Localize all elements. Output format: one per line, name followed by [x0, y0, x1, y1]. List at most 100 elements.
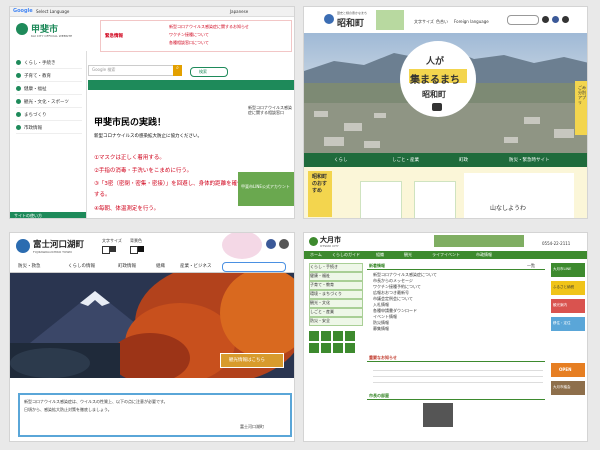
font-size-small-button[interactable] — [102, 246, 110, 254]
translate-label[interactable]: Select Language — [36, 9, 69, 14]
migration-banner[interactable]: 移住・定住 — [551, 317, 585, 331]
news-item[interactable]: イベント情報 — [373, 314, 397, 319]
nav-organization[interactable]: 組織 — [156, 263, 165, 269]
city-emblem-icon — [16, 23, 28, 35]
facebook-icon[interactable] — [266, 239, 276, 249]
sidebar-item[interactable]: くらし・手続き — [309, 263, 363, 272]
sidebar-item[interactable]: 観光・文化 — [309, 299, 363, 308]
sidebar-item[interactable]: しごと・産業 — [309, 308, 363, 317]
language-link[interactable]: Foreign language — [454, 19, 489, 24]
side-tab[interactable]: ごみ分別アプリ — [575, 81, 587, 135]
sidebar: くらし・手続き 健康・福祉 子育て・教育 環境・まちづくり 観光・文化 しごと・… — [309, 263, 363, 438]
tourism-banner[interactable]: 観光案内 — [551, 299, 585, 313]
notice-item[interactable]: ワクチン接種について — [169, 32, 209, 38]
green-divider — [88, 80, 294, 90]
council-banner[interactable]: 大月市議会 — [551, 381, 585, 395]
sidebar-item-health[interactable]: 健康・福祉 — [16, 83, 82, 95]
search-button[interactable]: ⌕ — [173, 65, 182, 76]
header: 大月市 OTSUKI CITY 0554-22-2111 — [304, 233, 587, 251]
nav-life[interactable]: くらし — [334, 157, 348, 163]
sidebar-item-town[interactable]: まちづくり — [16, 109, 82, 121]
nav-politics[interactable]: 町政情報 — [118, 263, 136, 269]
news-more-link[interactable]: 一覧 — [527, 263, 535, 268]
usage-link[interactable]: サイトの使い方 — [10, 212, 86, 218]
language-select[interactable]: Japanese — [230, 9, 248, 14]
twitter-icon[interactable] — [542, 16, 549, 23]
font-size-label[interactable]: 文字サイズ — [414, 19, 434, 24]
tourism-icon[interactable] — [345, 331, 355, 341]
notice-text: 日頃から、感染拡大防止対策を徹底しましょう。 — [24, 407, 112, 412]
facebook-icon[interactable] — [552, 16, 559, 23]
search-input[interactable] — [222, 262, 286, 272]
news-item[interactable]: 各種申請書ダウンロード — [373, 308, 417, 313]
color-label[interactable]: 色合い — [436, 19, 448, 24]
site-title[interactable]: 昭和町 — [337, 16, 364, 29]
line-banner[interactable]: 大月市LINE — [551, 263, 585, 277]
news-item[interactable]: 新型コロナウイルス感染症について — [373, 272, 437, 277]
sidebar-item[interactable]: 子育て・教育 — [309, 281, 363, 290]
recommend-feature[interactable]: 山なしようわ — [464, 173, 574, 218]
mascot-image — [222, 233, 262, 259]
instagram-icon[interactable] — [562, 16, 569, 23]
furusato-banner[interactable]: ふるさと納税 — [551, 281, 585, 295]
news-item[interactable]: ワクチン接種予約について — [373, 284, 421, 289]
tourism-button[interactable]: 観光情報はこちら — [220, 353, 284, 368]
news-item[interactable]: 市議会定例会について — [373, 296, 413, 301]
kai-city-screenshot: Google Select Language Japanese 甲斐市 KAI … — [9, 6, 295, 219]
news-item[interactable]: 入札情報 — [373, 302, 389, 307]
nav-guide[interactable]: くらしのガイド — [332, 252, 360, 257]
news-item[interactable]: 市長からのメッセージ — [373, 278, 413, 283]
covid-poster[interactable]: 甲斐市民の実践！ 新型コロナウイルスの感染拡大防止に協力ください。 ①マスクは正… — [90, 101, 244, 216]
nav-tourism[interactable]: 観光 — [404, 252, 412, 257]
notice-item[interactable]: 各種相談窓口について — [169, 40, 209, 46]
nav-politics[interactable]: 市政情報 — [476, 252, 492, 257]
event-icon[interactable] — [333, 343, 343, 353]
education-icon[interactable] — [333, 331, 343, 341]
nav-work[interactable]: しごと・産業 — [392, 157, 419, 163]
life-icon[interactable] — [309, 331, 319, 341]
sidebar-item[interactable]: 防災・安全 — [309, 317, 363, 326]
nav-disaster[interactable]: 防災・緊急時サイト — [509, 157, 550, 163]
open-banner[interactable]: OPEN — [551, 363, 585, 377]
recommend-card[interactable] — [414, 181, 456, 218]
sidebar-item[interactable]: 健康・福祉 — [309, 272, 363, 281]
detail-search-button[interactable]: 検索 — [190, 67, 228, 77]
notice-label: 緊急情報 — [105, 34, 123, 39]
camera-icon — [16, 99, 21, 104]
site-title[interactable]: 富士河口湖町 — [33, 238, 84, 250]
nav-home[interactable]: ホーム — [310, 252, 322, 257]
camera-icon — [432, 103, 442, 111]
news-item[interactable]: 募集情報 — [373, 326, 389, 331]
color-white-button[interactable] — [130, 246, 138, 254]
map-icon[interactable] — [345, 343, 355, 353]
sidebar-item-politics[interactable]: 市政情報 — [16, 122, 82, 134]
safety-icon[interactable] — [321, 343, 331, 353]
nav-organization[interactable]: 組織 — [376, 252, 384, 257]
work-icon[interactable] — [309, 343, 319, 353]
youtube-icon[interactable] — [279, 239, 289, 249]
nav-life-event[interactable]: ライフイベント — [432, 252, 460, 257]
nav-business[interactable]: 産業・ビジネス — [180, 263, 212, 269]
showa-town-screenshot: 歴史と緑の豊かなまち 昭和町 文字サイズ 色合い Foreign languag… — [303, 6, 588, 219]
sidebar-item-life[interactable]: くらし・手続き — [16, 57, 82, 69]
nav-life[interactable]: くらしの情報 — [68, 263, 95, 269]
sidebar-item-tourism[interactable]: 観光・文化・スポーツ — [16, 96, 82, 108]
recommend-card[interactable] — [360, 181, 402, 218]
line-banner[interactable]: 甲斐市LINE公式アカウント — [238, 172, 294, 206]
sidebar-item[interactable]: 環境・まちづくり — [309, 290, 363, 299]
health-icon[interactable] — [321, 331, 331, 341]
notice-item[interactable]: 新型コロナウイルス感染症に関するお知らせ — [169, 24, 249, 30]
mayor-photo[interactable] — [423, 403, 453, 427]
search-input[interactable]: Google 検索 — [88, 65, 175, 76]
hero-title-3: 昭和町 — [422, 90, 446, 99]
color-black-button[interactable] — [138, 246, 144, 252]
sidebar-item-education[interactable]: 子育て・教育 — [16, 70, 82, 82]
search-input[interactable] — [507, 15, 539, 25]
poster-title: 甲斐市民の実践！ — [94, 118, 167, 128]
nav-politics[interactable]: 町政 — [459, 157, 468, 163]
font-size-large-button[interactable] — [110, 246, 116, 252]
kai-logo[interactable]: 甲斐市 KAI CITY OFFICIAL WEBSITE — [16, 22, 86, 42]
nav-disaster[interactable]: 防災・救急 — [18, 263, 41, 269]
news-item[interactable]: 広報おおつき最新号 — [373, 290, 409, 295]
news-item[interactable]: 防災情報 — [373, 320, 389, 325]
